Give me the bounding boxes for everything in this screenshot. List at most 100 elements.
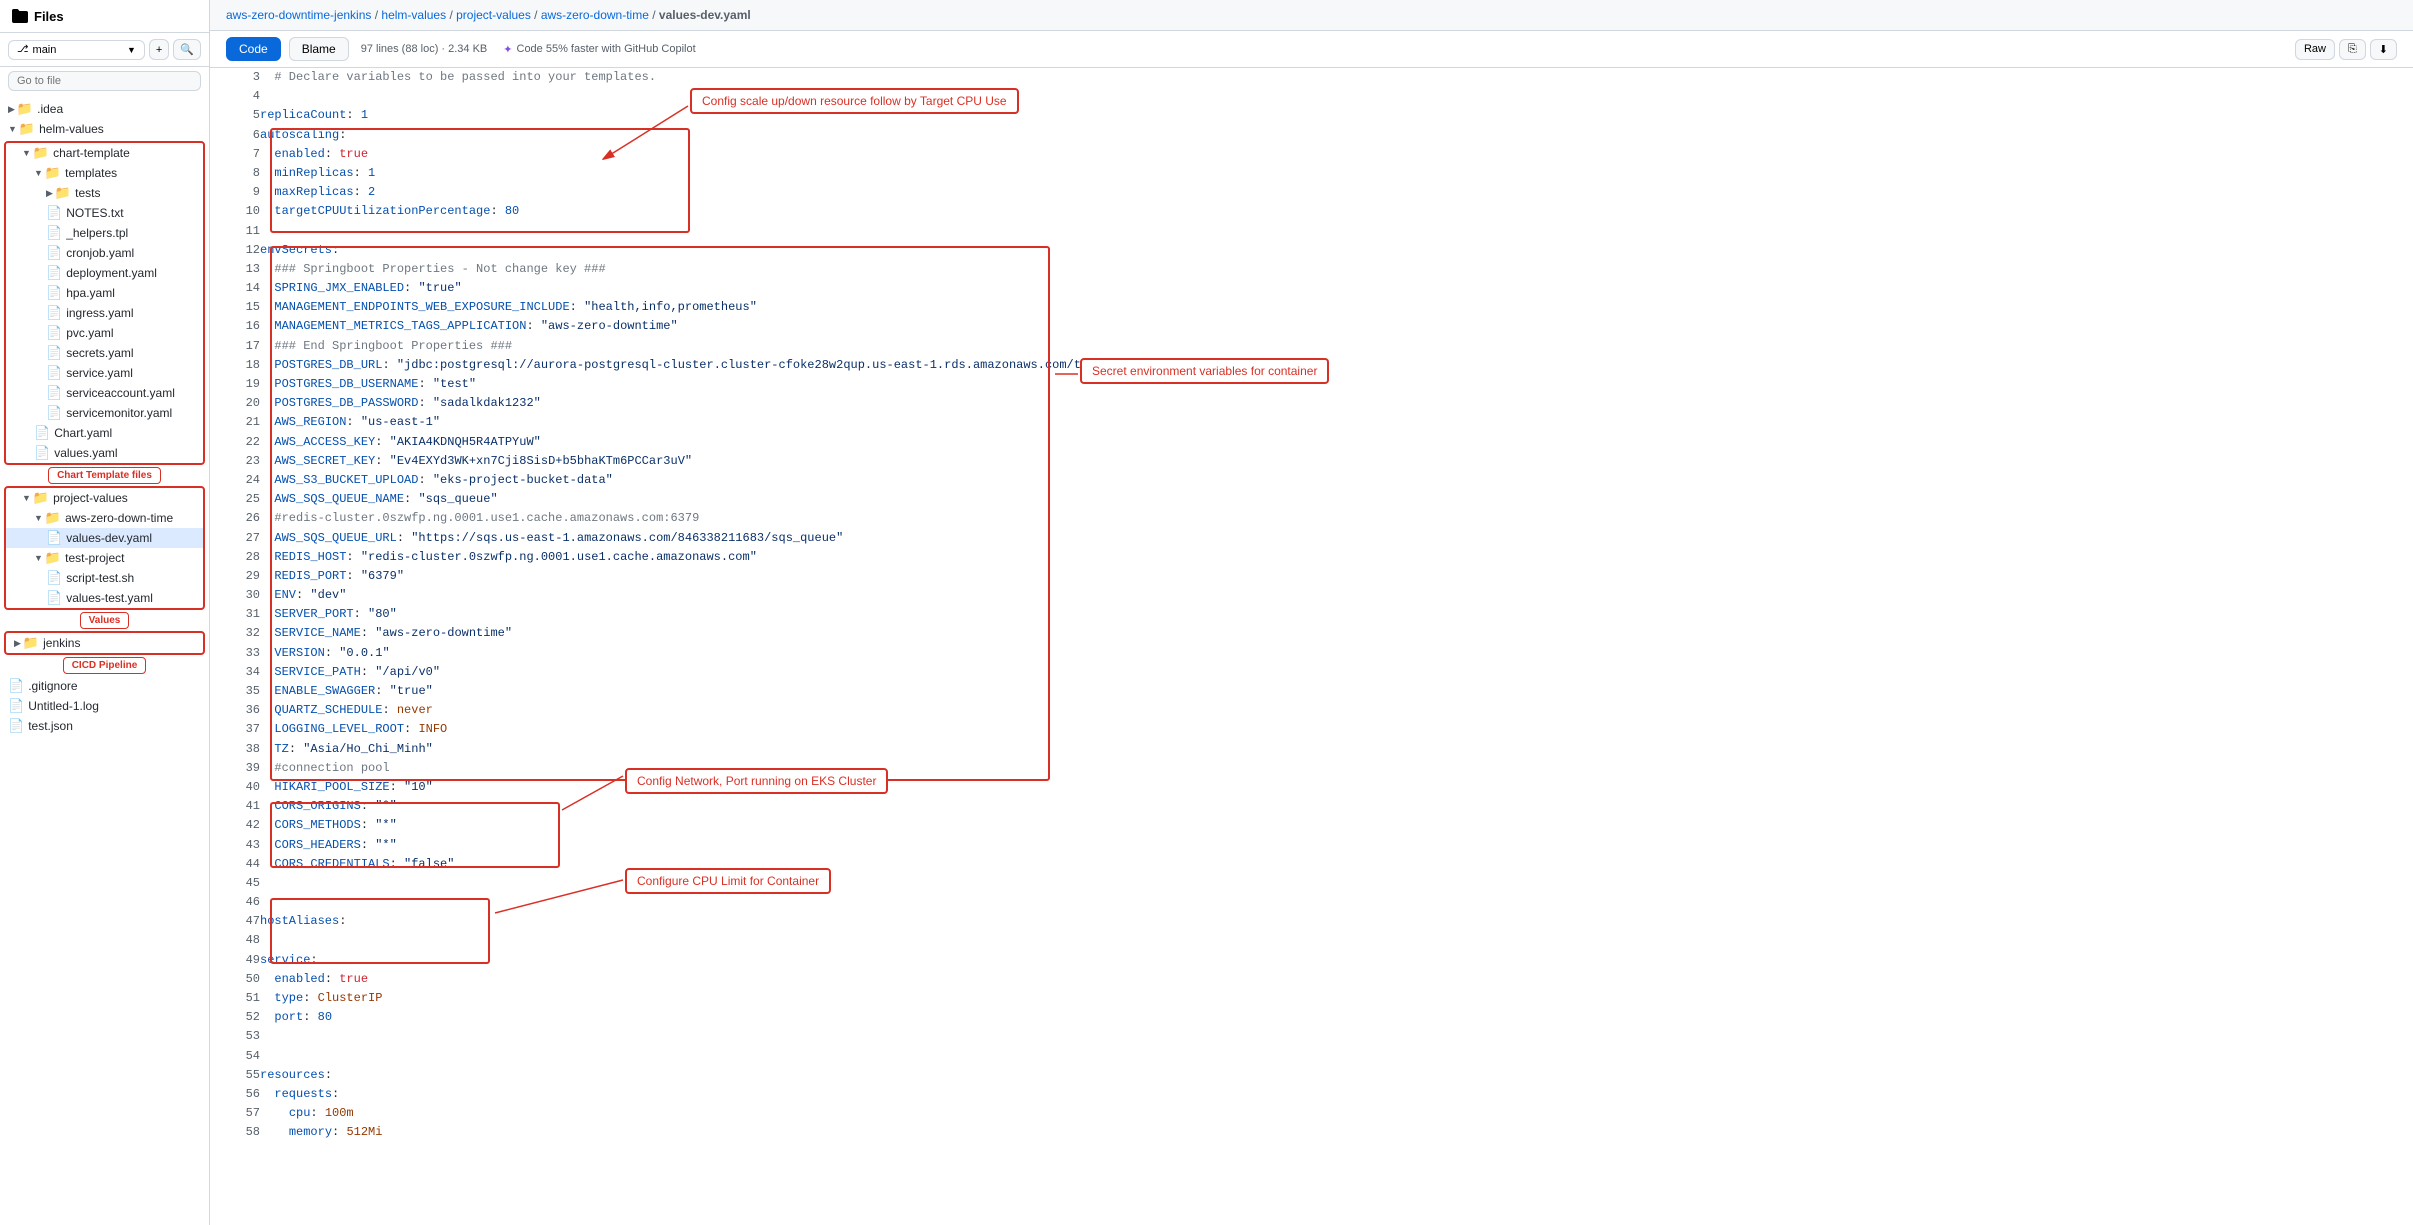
folder-icon: 📁 bbox=[45, 510, 61, 526]
code-line-39: 39 #connection pool bbox=[210, 759, 2413, 778]
line-number: 14 bbox=[210, 279, 260, 298]
tree-item-tests[interactable]: ▶ 📁 tests bbox=[6, 183, 203, 203]
callout-secrets-text: Secret environment variables for contain… bbox=[1092, 364, 1317, 378]
code-line-55: 55resources: bbox=[210, 1066, 2413, 1085]
tree-label: Untitled-1.log bbox=[28, 699, 99, 713]
values-callout: Values bbox=[8, 612, 201, 629]
callout-secrets: Secret environment variables for contain… bbox=[1080, 358, 1329, 384]
code-table: 3 # Declare variables to be passed into … bbox=[210, 68, 2413, 1143]
folder-icon: 📁 bbox=[55, 185, 71, 201]
tree-label: pvc.yaml bbox=[66, 326, 113, 340]
line-number: 30 bbox=[210, 586, 260, 605]
code-line-27: 27 AWS_SQS_QUEUE_URL: "https://sqs.us-ea… bbox=[210, 529, 2413, 548]
line-number: 22 bbox=[210, 433, 260, 452]
tree-item-hpa[interactable]: 📄 hpa.yaml bbox=[6, 283, 203, 303]
tree-item-json[interactable]: 📄 test.json bbox=[0, 716, 209, 736]
line-content bbox=[260, 87, 2413, 106]
tree-label: templates bbox=[65, 166, 117, 180]
line-content: memory: 512Mi bbox=[260, 1123, 2413, 1142]
tree-item-ingress[interactable]: 📄 ingress.yaml bbox=[6, 303, 203, 323]
tree-item-NOTES[interactable]: 📄 NOTES.txt bbox=[6, 203, 203, 223]
line-content: REDIS_HOST: "redis-cluster.0szwfp.ng.000… bbox=[260, 548, 2413, 567]
code-line-53: 53 bbox=[210, 1027, 2413, 1046]
tree-item-idea[interactable]: ▶ 📁 .idea bbox=[0, 99, 209, 119]
breadcrumb-repo[interactable]: aws-zero-downtime-jenkins bbox=[226, 8, 371, 22]
code-line-15: 15 MANAGEMENT_ENDPOINTS_WEB_EXPOSURE_INC… bbox=[210, 298, 2413, 317]
line-number: 57 bbox=[210, 1104, 260, 1123]
copilot-text: Code 55% faster with GitHub Copilot bbox=[517, 43, 696, 55]
file-breadcrumb: aws-zero-downtime-jenkins / helm-values … bbox=[210, 0, 2413, 31]
tree-item-gitignore[interactable]: 📄 .gitignore bbox=[0, 676, 209, 696]
tree-item-deployment[interactable]: 📄 deployment.yaml bbox=[6, 263, 203, 283]
tree-item-values[interactable]: 📄 values.yaml bbox=[6, 443, 203, 463]
file-icon: 📄 bbox=[46, 285, 62, 301]
tree-item-values-dev[interactable]: 📄 values-dev.yaml bbox=[6, 528, 203, 548]
tree-item-helm-values[interactable]: ▼ 📁 helm-values bbox=[0, 119, 209, 139]
tree-item-aws-zero-down-time[interactable]: ▼ 📁 aws-zero-down-time bbox=[6, 508, 203, 528]
blame-tab[interactable]: Blame bbox=[289, 37, 349, 61]
go-to-file-input[interactable] bbox=[8, 71, 201, 91]
code-line-16: 16 MANAGEMENT_METRICS_TAGS_APPLICATION: … bbox=[210, 317, 2413, 336]
search-button[interactable]: 🔍 bbox=[173, 39, 201, 60]
file-icon: 📄 bbox=[34, 445, 50, 461]
line-content bbox=[260, 874, 2413, 893]
tree-item-log[interactable]: 📄 Untitled-1.log bbox=[0, 696, 209, 716]
tree-item-chart[interactable]: 📄 Chart.yaml bbox=[6, 423, 203, 443]
tree-item-helpers[interactable]: 📄 _helpers.tpl bbox=[6, 223, 203, 243]
tree-item-templates[interactable]: ▼ 📁 templates bbox=[6, 163, 203, 183]
tree-item-project-values[interactable]: ▼ 📁 project-values bbox=[6, 488, 203, 508]
tree-item-chart-template[interactable]: ▼ 📁 chart-template bbox=[6, 143, 203, 163]
breadcrumb-aws-zero-down-time[interactable]: aws-zero-down-time bbox=[541, 8, 649, 22]
line-number: 31 bbox=[210, 605, 260, 624]
breadcrumb-project-values[interactable]: project-values bbox=[456, 8, 531, 22]
tree-item-serviceaccount[interactable]: 📄 serviceaccount.yaml bbox=[6, 383, 203, 403]
chevron-icon: ▼ bbox=[34, 553, 43, 563]
line-content: cpu: 100m bbox=[260, 1104, 2413, 1123]
line-number: 56 bbox=[210, 1085, 260, 1104]
line-content: port: 80 bbox=[260, 1008, 2413, 1027]
code-line-57: 57 cpu: 100m bbox=[210, 1104, 2413, 1123]
tree-item-script-test[interactable]: 📄 script-test.sh bbox=[6, 568, 203, 588]
line-content: HIKARI_POOL_SIZE: "10" bbox=[260, 778, 2413, 797]
tree-label: service.yaml bbox=[66, 366, 133, 380]
tree-item-pvc[interactable]: 📄 pvc.yaml bbox=[6, 323, 203, 343]
line-content: autoscaling: bbox=[260, 126, 2413, 145]
code-line-31: 31 SERVER_PORT: "80" bbox=[210, 605, 2413, 624]
tree-item-jenkins[interactable]: ▶ 📁 jenkins bbox=[6, 633, 203, 653]
tree-item-values-test[interactable]: 📄 values-test.yaml bbox=[6, 588, 203, 608]
line-number: 35 bbox=[210, 682, 260, 701]
tree-label: .idea bbox=[37, 102, 63, 116]
add-file-button[interactable]: + bbox=[149, 39, 169, 60]
tree-label: tests bbox=[75, 186, 100, 200]
code-line-4: 4 bbox=[210, 87, 2413, 106]
sidebar-tree: ▶ 📁 .idea ▼ 📁 helm-values ▼ 📁 chart-temp… bbox=[0, 95, 209, 1225]
branch-name: main bbox=[33, 44, 57, 56]
file-icon: 📄 bbox=[8, 718, 24, 734]
breadcrumb-helm-values[interactable]: helm-values bbox=[381, 8, 446, 22]
tree-item-servicemonitor[interactable]: 📄 servicemonitor.yaml bbox=[6, 403, 203, 423]
tree-item-test-project[interactable]: ▼ 📁 test-project bbox=[6, 548, 203, 568]
tree-item-cronjob[interactable]: 📄 cronjob.yaml bbox=[6, 243, 203, 263]
tree-label: values-test.yaml bbox=[66, 591, 153, 605]
line-number: 41 bbox=[210, 797, 260, 816]
line-number: 58 bbox=[210, 1123, 260, 1142]
line-content: CORS_ORIGINS: "*" bbox=[260, 797, 2413, 816]
code-line-20: 20 POSTGRES_DB_PASSWORD: "sadalkdak1232" bbox=[210, 394, 2413, 413]
line-content: SERVER_PORT: "80" bbox=[260, 605, 2413, 624]
file-icon: 📄 bbox=[46, 225, 62, 241]
code-tab[interactable]: Code bbox=[226, 37, 281, 61]
file-icon: 📄 bbox=[46, 570, 62, 586]
chart-template-section: ▼ 📁 chart-template ▼ 📁 templates ▶ 📁 tes… bbox=[0, 141, 209, 484]
tree-item-secrets[interactable]: 📄 secrets.yaml bbox=[6, 343, 203, 363]
branch-selector[interactable]: ⎇ main ▼ bbox=[8, 40, 145, 60]
line-number: 24 bbox=[210, 471, 260, 490]
raw-button[interactable]: Raw bbox=[2295, 39, 2335, 60]
chevron-icon: ▶ bbox=[46, 188, 53, 199]
sidebar-header: Files bbox=[0, 0, 209, 33]
copy-button[interactable]: ⎘ bbox=[2339, 39, 2366, 60]
line-content: AWS_SQS_QUEUE_URL: "https://sqs.us-east-… bbox=[260, 529, 2413, 548]
cicd-callout: CICD Pipeline bbox=[8, 657, 201, 674]
tree-item-service[interactable]: 📄 service.yaml bbox=[6, 363, 203, 383]
line-content: ENABLE_SWAGGER: "true" bbox=[260, 682, 2413, 701]
download-button[interactable]: ⬇ bbox=[2370, 39, 2397, 60]
